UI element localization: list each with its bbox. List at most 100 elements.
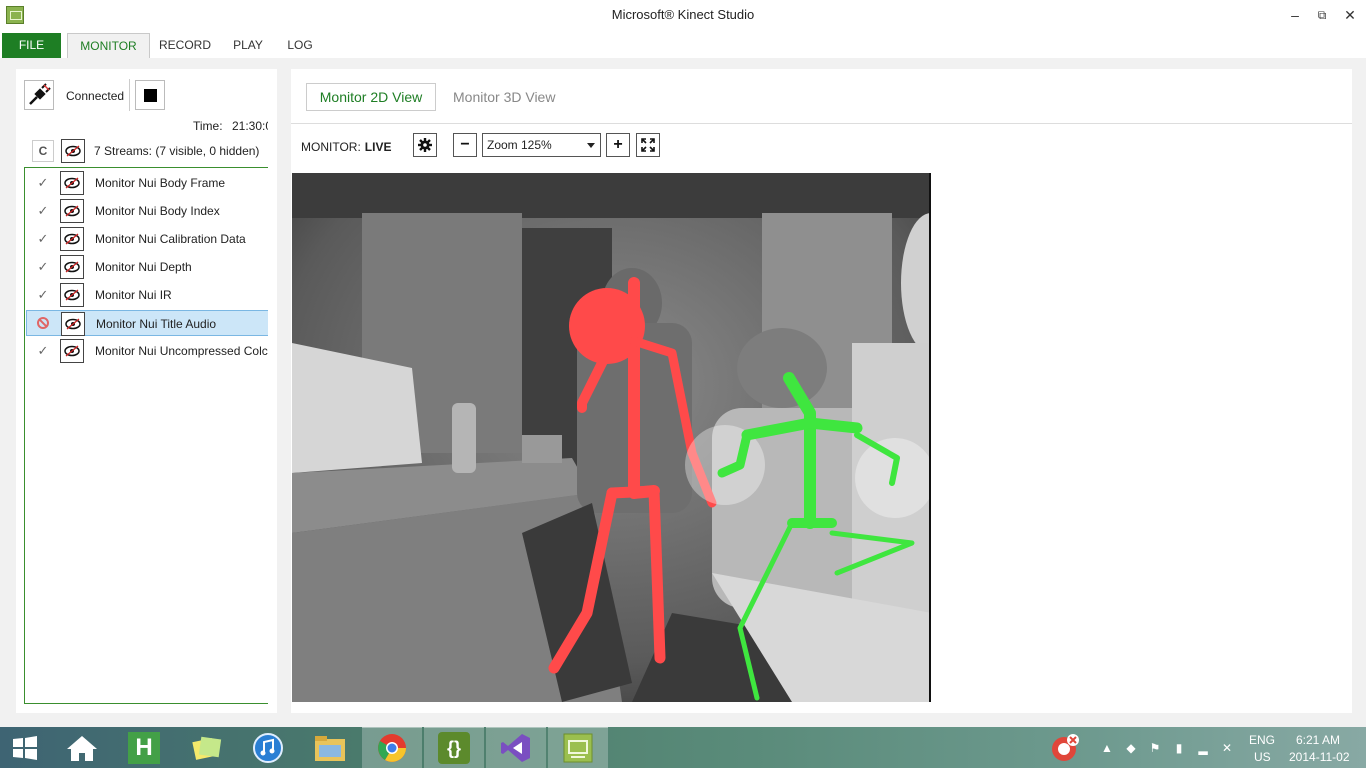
stream-row[interactable]: ✓ Monitor Nui Calibration Data [26, 226, 268, 252]
chrome-app[interactable] [362, 727, 422, 768]
eye-icon [64, 233, 80, 245]
monitor-label: MONITOR: [301, 140, 361, 154]
ir-camera-view[interactable] [292, 173, 931, 702]
skeleton-1-right-leg [648, 485, 666, 664]
restore-button[interactable]: ⧉ [1308, 5, 1336, 25]
disabled-icon[interactable] [37, 317, 49, 329]
ceiling [292, 173, 931, 218]
taskbar: H {} ▲ ◆ ⚑ ▮ ▂ ✕ ENG US 6:21 AM 2014-11-… [0, 727, 1366, 768]
stream-name: Monitor Nui Uncompressed Colc [95, 344, 268, 358]
stop-icon [143, 88, 157, 102]
eye-icon [64, 205, 80, 217]
zoom-value: Zoom 125% [487, 138, 552, 152]
window-title: Microsoft® Kinect Studio [611, 7, 755, 22]
stream-row[interactable]: ✓ Monitor Nui Depth [26, 254, 268, 280]
zoom-in-button[interactable]: + [606, 133, 630, 157]
clock-date[interactable]: 2014-11-02 [1289, 750, 1350, 764]
time-label: Time: [193, 119, 223, 133]
select-all-streams-button[interactable]: C [32, 140, 54, 162]
tab-record[interactable]: RECORD [155, 33, 215, 58]
input-language[interactable]: ENG [1249, 733, 1275, 747]
visibility-toggle-button[interactable] [60, 339, 84, 363]
itunes-app[interactable] [238, 727, 298, 768]
chevron-down-icon [587, 143, 595, 148]
clock-time[interactable]: 6:21 AM [1296, 733, 1340, 747]
start-button[interactable] [0, 727, 50, 768]
bottle [452, 403, 476, 473]
dropbox-icon[interactable]: ◆ [1124, 741, 1138, 755]
checkmark-icon[interactable]: ✓ [33, 201, 53, 221]
eye-icon [64, 345, 80, 357]
h-app[interactable]: H [114, 727, 174, 768]
connection-status: Connected [66, 89, 125, 103]
settings-button[interactable] [413, 133, 437, 157]
windows-start-icon [13, 735, 37, 760]
stream-row[interactable]: ✓ Monitor Nui Body Frame [26, 170, 268, 196]
minimize-button[interactable]: – [1281, 5, 1309, 25]
eye-icon [65, 145, 81, 157]
visibility-toggle-button[interactable] [61, 312, 85, 336]
tab-log[interactable]: LOG [280, 33, 320, 58]
eye-icon [64, 289, 80, 301]
visual-studio-icon [501, 734, 530, 762]
zoom-out-button[interactable]: − [453, 133, 477, 157]
visibility-toggle-button[interactable] [60, 171, 84, 195]
sticky-notes-app[interactable] [176, 727, 236, 768]
action-center-flag-icon[interactable]: ⚑ [1148, 741, 1162, 755]
gear-icon [418, 138, 432, 152]
file-explorer-icon [315, 735, 345, 761]
brackets-app[interactable]: {} [424, 727, 484, 768]
home-app[interactable] [52, 727, 112, 768]
stream-row[interactable]: Monitor Nui Title Audio [26, 310, 268, 336]
visual-studio-app[interactable] [486, 727, 546, 768]
sticky-notes-icon [192, 736, 222, 760]
h-app-icon: H [128, 731, 160, 764]
expand-icon [641, 138, 655, 152]
streams-summary: 7 Streams: (7 visible, 0 hidden) [94, 144, 260, 158]
checkmark-icon[interactable]: ✓ [33, 341, 53, 361]
antivirus-icon [1052, 733, 1079, 761]
stream-row[interactable]: ✓ Monitor Nui Body Index [26, 198, 268, 224]
stop-button[interactable] [135, 80, 165, 110]
visibility-toggle-button[interactable] [60, 199, 84, 223]
file-menu[interactable]: FILE [2, 33, 61, 58]
battery-icon[interactable]: ▮ [1172, 741, 1186, 755]
close-button[interactable]: ✕ [1336, 5, 1364, 25]
tab-monitor[interactable]: MONITOR [67, 33, 150, 58]
checkmark-icon[interactable]: ✓ [33, 229, 53, 249]
input-region[interactable]: US [1254, 750, 1271, 764]
eye-icon [65, 318, 81, 330]
file-explorer-app[interactable] [300, 727, 360, 768]
connect-button[interactable] [24, 80, 54, 110]
kinect-studio-app[interactable] [548, 727, 608, 768]
stream-name: Monitor Nui Depth [95, 260, 192, 274]
visibility-toggle-button[interactable] [60, 255, 84, 279]
fit-to-window-button[interactable] [636, 133, 660, 157]
toggle-all-visibility-button[interactable] [61, 139, 85, 163]
network-signal-icon[interactable]: ▂ [1196, 741, 1210, 755]
home-icon [67, 735, 97, 761]
stream-name: Monitor Nui Body Frame [95, 176, 226, 190]
tab-monitor-3d-view[interactable]: Monitor 3D View [453, 89, 555, 105]
time-value: 21:30:0 [232, 119, 268, 133]
monitor-state: LIVE [364, 140, 392, 154]
visibility-toggle-button[interactable] [60, 283, 84, 307]
tab-play[interactable]: PLAY [224, 33, 272, 58]
checkmark-icon[interactable]: ✓ [33, 173, 53, 193]
visibility-toggle-button[interactable] [60, 227, 84, 251]
show-hidden-icons-icon[interactable]: ▲ [1100, 741, 1114, 755]
tab-monitor-2d-view[interactable]: Monitor 2D View [306, 83, 436, 111]
frame-edge [929, 173, 931, 702]
checkmark-icon[interactable]: ✓ [33, 257, 53, 277]
volume-muted-icon[interactable]: ✕ [1220, 741, 1234, 755]
kinect-studio-icon [563, 733, 593, 763]
stream-row[interactable]: ✓ Monitor Nui Uncompressed Colc [26, 338, 268, 364]
divider [129, 79, 130, 111]
tray-app[interactable] [1040, 727, 1090, 768]
stream-list: ✓ Monitor Nui Body Frame ✓ Monitor Nui Body… [24, 167, 268, 704]
zoom-select[interactable]: Zoom 125% [482, 133, 601, 157]
stream-row[interactable]: ✓ Monitor Nui IR [26, 282, 268, 308]
checkmark-icon[interactable]: ✓ [33, 285, 53, 305]
cups [522, 435, 562, 463]
plug-icon [29, 83, 51, 105]
